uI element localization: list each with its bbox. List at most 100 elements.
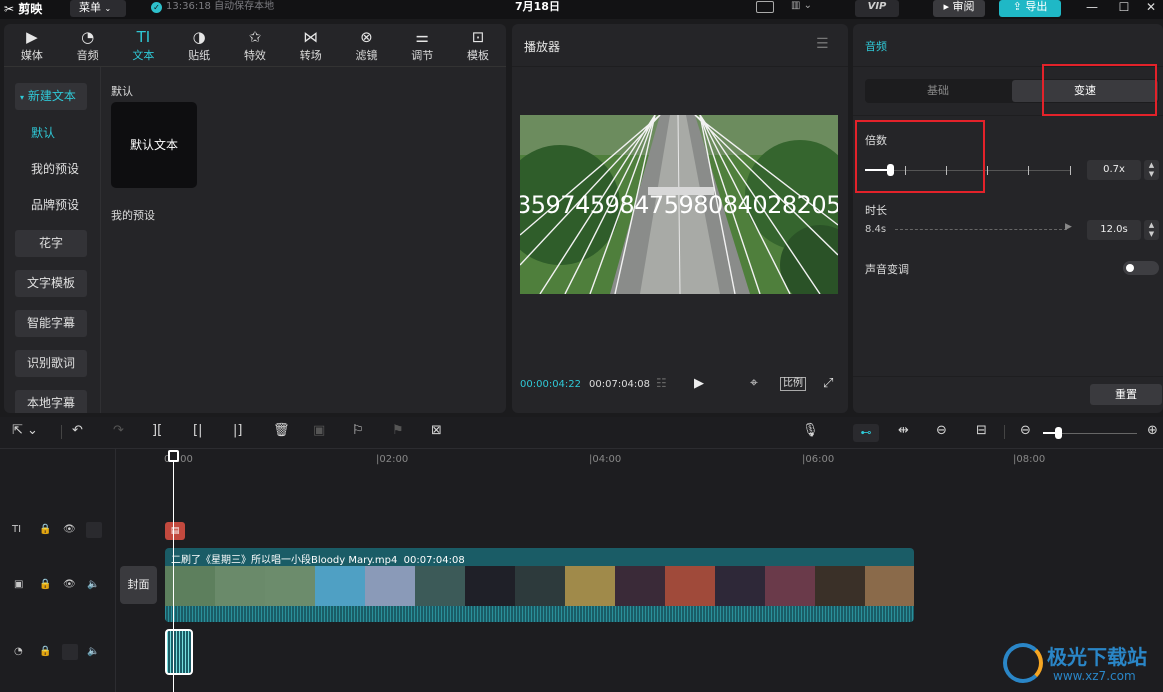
freeze-icon[interactable]: ▣ bbox=[313, 423, 325, 438]
sidebar-item-local-caption[interactable]: 本地字幕 bbox=[15, 390, 87, 413]
volume-icon[interactable]: 🔈 bbox=[87, 646, 99, 657]
sidebar-item-new-text[interactable]: ▾ 新建文本 bbox=[15, 83, 87, 110]
volume-icon[interactable]: 🔈 bbox=[87, 579, 99, 590]
tab-audio[interactable]: ◔ 音频 bbox=[63, 24, 113, 66]
media-icon: ▶ bbox=[26, 28, 38, 46]
audio-clip[interactable] bbox=[165, 629, 193, 675]
play-icon[interactable]: ▶ bbox=[694, 376, 704, 391]
multiplier-input[interactable]: 0.7x bbox=[1087, 160, 1141, 180]
thumbnail bbox=[465, 566, 515, 606]
ruler-tick-label: 04:00 bbox=[592, 454, 622, 465]
divider bbox=[853, 376, 1163, 377]
ruler-tick: |08:00 bbox=[1013, 454, 1046, 465]
effects-icon: ✩ bbox=[248, 28, 262, 46]
chevron-down-icon: ⌄ bbox=[104, 4, 112, 13]
sidebar-item-my-presets[interactable]: 我的预设 bbox=[15, 156, 87, 183]
fit-icon[interactable]: ⌖ bbox=[750, 375, 758, 391]
tab-adjust[interactable]: ⚌ 调节 bbox=[397, 24, 447, 66]
ruler-tick-label: 02:00 bbox=[379, 454, 409, 465]
tab-sticker[interactable]: ◑ 贴纸 bbox=[174, 24, 224, 66]
duration-from: 8.4s bbox=[865, 224, 887, 235]
sidebar-item-brand-presets[interactable]: 品牌预设 bbox=[15, 192, 87, 219]
tab-filter[interactable]: ⊗ 滤镜 bbox=[341, 24, 391, 66]
trim-right-icon[interactable]: |] bbox=[233, 423, 242, 438]
props-title: 音频 bbox=[865, 40, 887, 53]
eye-icon[interactable]: 👁 bbox=[63, 579, 76, 590]
player-title: 播放器 bbox=[524, 40, 561, 54]
link-icon[interactable]: ⊖ bbox=[936, 423, 947, 438]
sidebar-item-text-template[interactable]: 文字模板 bbox=[15, 270, 87, 297]
review-button[interactable]: ▸ 审阅 bbox=[933, 0, 985, 17]
thumbnail bbox=[265, 566, 315, 606]
lock-icon[interactable]: 🔒 bbox=[39, 646, 51, 657]
close-icon[interactable]: ✕ bbox=[1143, 0, 1159, 16]
sidebar-item-default[interactable]: 默认 bbox=[15, 120, 87, 147]
menu-button[interactable]: 菜单 ⌄ bbox=[70, 0, 126, 17]
undo-icon[interactable]: ↶ bbox=[72, 423, 83, 438]
tab-media[interactable]: ▶ 媒体 bbox=[7, 24, 57, 66]
menu-icon[interactable]: ☰ bbox=[816, 36, 829, 52]
list-icon[interactable]: ☷ bbox=[656, 376, 667, 390]
ratio-button[interactable]: 比例 bbox=[780, 377, 806, 391]
adjust-icon: ⚌ bbox=[415, 28, 429, 46]
tab-text[interactable]: TI 文本 bbox=[118, 24, 168, 66]
tab-effects[interactable]: ✩ 特效 bbox=[230, 24, 280, 66]
preview-axis-icon[interactable]: ⊟ bbox=[976, 423, 987, 438]
sidebar-item-fancy-text[interactable]: 花字 bbox=[15, 230, 87, 257]
pitch-toggle[interactable] bbox=[1123, 261, 1159, 275]
zoom-handle[interactable] bbox=[1055, 427, 1062, 439]
keyboard-icon[interactable] bbox=[756, 1, 774, 13]
zoom-out-icon[interactable]: ⊖ bbox=[1020, 423, 1031, 438]
filter-icon: ⊗ bbox=[360, 28, 373, 46]
lock-icon[interactable]: 🔒 bbox=[39, 579, 51, 590]
tab-label: 调节 bbox=[411, 49, 434, 62]
sidebar-item-lyrics[interactable]: 识别歌词 bbox=[15, 350, 87, 377]
tab-basic[interactable]: 基础 bbox=[865, 79, 1011, 103]
sidebar-item-smart-caption[interactable]: 智能字幕 bbox=[15, 310, 87, 337]
audio-icon: ◔ bbox=[81, 28, 95, 46]
playhead[interactable] bbox=[173, 450, 174, 692]
cover-button[interactable]: 封面 bbox=[120, 566, 157, 604]
fullscreen-icon[interactable]: ⤢ bbox=[823, 376, 833, 391]
ai-tool-icon[interactable]: ⊠ bbox=[431, 423, 442, 438]
select-tool-icon[interactable]: ⇱ ⌄ bbox=[12, 423, 38, 438]
marker-remove-icon[interactable]: ⚑ bbox=[392, 423, 404, 438]
layout-icon[interactable]: ▥ ⌄ bbox=[791, 1, 817, 13]
microphone-icon[interactable]: 🎙 bbox=[802, 423, 819, 438]
multiplier-stepper[interactable]: ▲ ▼ bbox=[1144, 160, 1159, 180]
duration-input[interactable]: 12.0s bbox=[1087, 220, 1141, 240]
export-button[interactable]: ⇪ 导出 bbox=[999, 0, 1061, 17]
lock-icon[interactable]: 🔒 bbox=[39, 524, 51, 535]
tab-label: 模板 bbox=[467, 49, 489, 62]
marker-icon[interactable]: ⚐ bbox=[352, 423, 364, 438]
zoom-in-icon[interactable]: ⊕ bbox=[1147, 423, 1158, 438]
section-my-presets-header: 我的预设 bbox=[111, 209, 155, 222]
split-icon[interactable]: ][ bbox=[152, 423, 162, 438]
playhead-handle[interactable] bbox=[168, 450, 179, 462]
clip-thumbnails bbox=[165, 566, 914, 606]
minimize-icon[interactable]: — bbox=[1084, 0, 1100, 16]
magnet-icon[interactable]: ⊷ bbox=[853, 424, 879, 442]
redo-icon[interactable]: ↷ bbox=[113, 423, 124, 438]
reset-button[interactable]: 重置 bbox=[1090, 384, 1162, 405]
watermark-name: 极光下载站 bbox=[1047, 645, 1147, 669]
video-clip[interactable]: 二刷了《星期三》所以唱一小段Bloody Mary.mp4 00:07:04:0… bbox=[165, 548, 914, 622]
divider bbox=[115, 448, 116, 692]
delete-icon[interactable]: 🗑 bbox=[273, 423, 290, 438]
toggle-knob bbox=[1126, 264, 1134, 272]
trim-left-icon[interactable]: [| bbox=[193, 423, 202, 438]
vip-badge[interactable]: VIP bbox=[855, 0, 899, 17]
duration-stepper[interactable]: ▲ ▼ bbox=[1144, 220, 1159, 240]
eye-icon[interactable]: 👁 bbox=[63, 524, 76, 535]
ruler-tick: |04:00 bbox=[589, 454, 622, 465]
text-clip-marker[interactable]: ▤ bbox=[165, 522, 185, 540]
maximize-icon[interactable]: ☐ bbox=[1116, 0, 1132, 16]
tab-template[interactable]: ⊡ 模板 bbox=[453, 24, 503, 66]
default-text-card[interactable]: 默认文本 bbox=[111, 102, 197, 188]
divider bbox=[61, 425, 62, 439]
video-preview[interactable]: 3597459847598084028205 bbox=[520, 115, 838, 294]
slider-tick bbox=[1070, 166, 1071, 175]
snap-icon[interactable]: ⇹ bbox=[898, 423, 909, 438]
duration-label: 时长 bbox=[865, 204, 887, 217]
tab-transition[interactable]: ⋈ 转场 bbox=[286, 24, 336, 66]
